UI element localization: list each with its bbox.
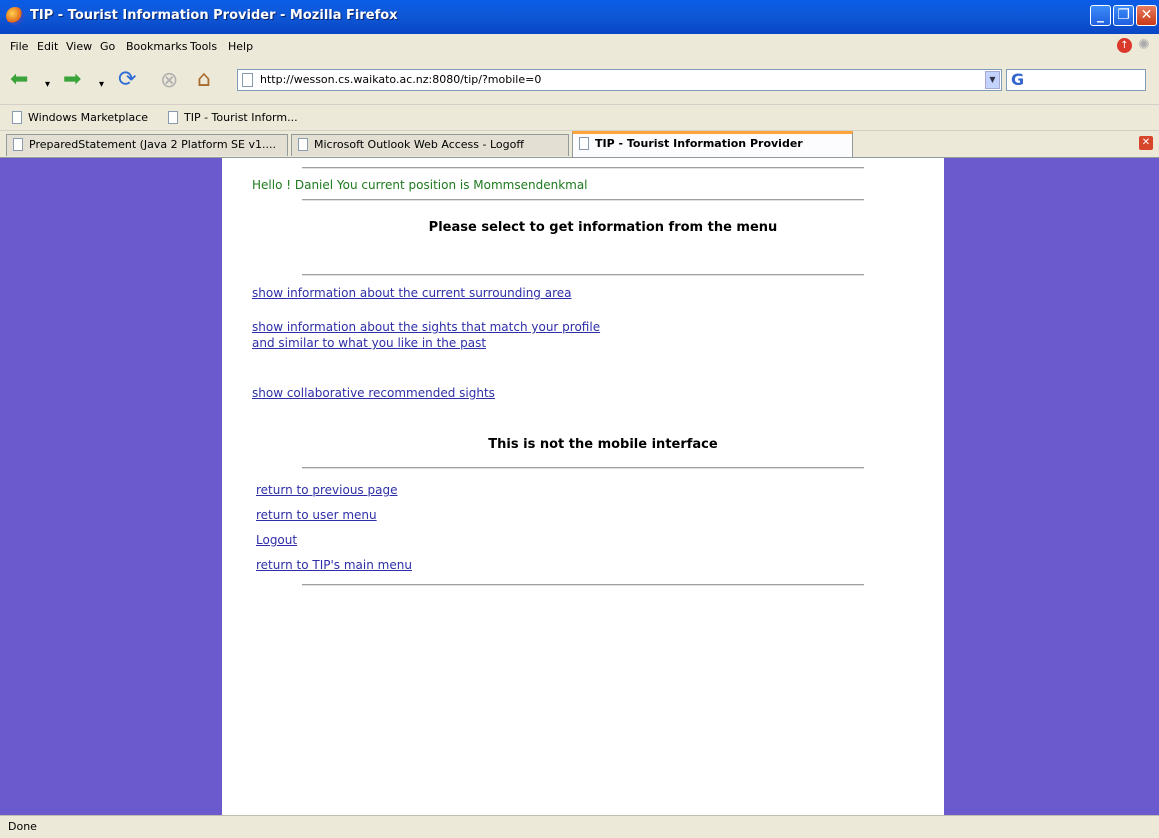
status-bar: Done (0, 815, 1159, 838)
menu-bookmarks[interactable]: Bookmarks (126, 40, 187, 53)
link-user-menu[interactable]: return to user menu (256, 508, 377, 523)
menu-bar: File Edit View Go Bookmarks Tools Help ↑… (0, 34, 1159, 60)
status-text: Done (8, 820, 37, 833)
menu-file[interactable]: File (10, 40, 28, 53)
greeting-text: Hello ! Daniel You current position is M… (252, 178, 588, 192)
google-search-icon[interactable]: G (1011, 70, 1024, 89)
tab-tip[interactable]: TIP - Tourist Information Provider (572, 131, 853, 157)
back-dropdown-icon[interactable]: ▾ (45, 72, 50, 98)
minimize-button[interactable]: _ (1090, 5, 1111, 26)
divider (302, 274, 864, 276)
page-icon (298, 138, 308, 151)
back-arrow-icon[interactable]: ⬅ (10, 67, 28, 93)
url-history-dropdown[interactable]: ▼ (985, 71, 1000, 89)
home-icon[interactable]: ⌂ (197, 67, 211, 93)
divider (302, 467, 864, 469)
throbber-icon: ✺ (1138, 37, 1150, 53)
page-icon (579, 137, 589, 150)
tab-bar: PreparedStatement (Java 2 Platform SE v1… (0, 131, 1159, 158)
mobile-interface-heading: This is not the mobile interface (488, 437, 718, 452)
menu-tools[interactable]: Tools (190, 40, 217, 53)
bookmark-tip[interactable]: TIP - Tourist Inform... (168, 111, 298, 124)
reload-icon[interactable]: ⟳ (118, 67, 136, 93)
divider (302, 199, 864, 201)
link-surrounding-area[interactable]: show information about the current surro… (252, 286, 572, 301)
menu-edit[interactable]: Edit (37, 40, 58, 53)
page-icon (168, 111, 178, 124)
menu-help[interactable]: Help (228, 40, 253, 53)
window-title: TIP - Tourist Information Provider - Moz… (30, 8, 398, 23)
select-menu-heading: Please select to get information from th… (428, 220, 778, 235)
window-titlebar: TIP - Tourist Information Provider - Moz… (0, 0, 1159, 34)
divider (302, 167, 864, 169)
stop-loading-icon[interactable]: ↑ (1117, 38, 1132, 53)
maximize-button[interactable]: ❐ (1113, 5, 1134, 26)
link-profile-sights-line1[interactable]: show information about the sights that m… (252, 320, 600, 335)
menu-go[interactable]: Go (100, 40, 115, 53)
page-viewport: Hello ! Daniel You current position is M… (0, 158, 1159, 815)
tab-outlook-logoff[interactable]: Microsoft Outlook Web Access - Logoff (291, 134, 569, 156)
url-bar[interactable]: http://wesson.cs.waikato.ac.nz:8080/tip/… (237, 69, 1002, 91)
menu-view[interactable]: View (66, 40, 92, 53)
link-previous-page[interactable]: return to previous page (256, 483, 397, 498)
stop-icon[interactable]: ⊗ (160, 68, 178, 94)
search-input[interactable]: G (1006, 69, 1146, 91)
navigation-toolbar: ⬅ ▾ ➡ ▾ ⟳ ⊗ ⌂ http://wesson.cs.waikato.a… (0, 60, 1159, 105)
firefox-logo-icon (6, 7, 24, 25)
page-content: Hello ! Daniel You current position is M… (222, 158, 944, 815)
tab-preparedstatement[interactable]: PreparedStatement (Java 2 Platform SE v1… (6, 134, 288, 156)
link-main-menu[interactable]: return to TIP's main menu (256, 558, 412, 573)
forward-arrow-icon[interactable]: ➡ (63, 67, 81, 93)
close-tab-button[interactable]: ✕ (1139, 136, 1153, 150)
link-logout[interactable]: Logout (256, 533, 297, 548)
page-icon (242, 73, 253, 87)
divider (302, 584, 864, 586)
page-icon (13, 138, 23, 151)
page-icon (12, 111, 22, 124)
close-window-button[interactable]: ✕ (1136, 5, 1157, 26)
forward-dropdown-icon[interactable]: ▾ (99, 72, 104, 98)
url-text: http://wesson.cs.waikato.ac.nz:8080/tip/… (260, 73, 542, 86)
link-collaborative-sights[interactable]: show collaborative recommended sights (252, 386, 495, 401)
bookmarks-toolbar: Windows Marketplace TIP - Tourist Inform… (0, 105, 1159, 131)
link-profile-sights-line2[interactable]: and similar to what you like in the past (252, 336, 486, 351)
bookmark-windows-marketplace[interactable]: Windows Marketplace (12, 111, 148, 124)
